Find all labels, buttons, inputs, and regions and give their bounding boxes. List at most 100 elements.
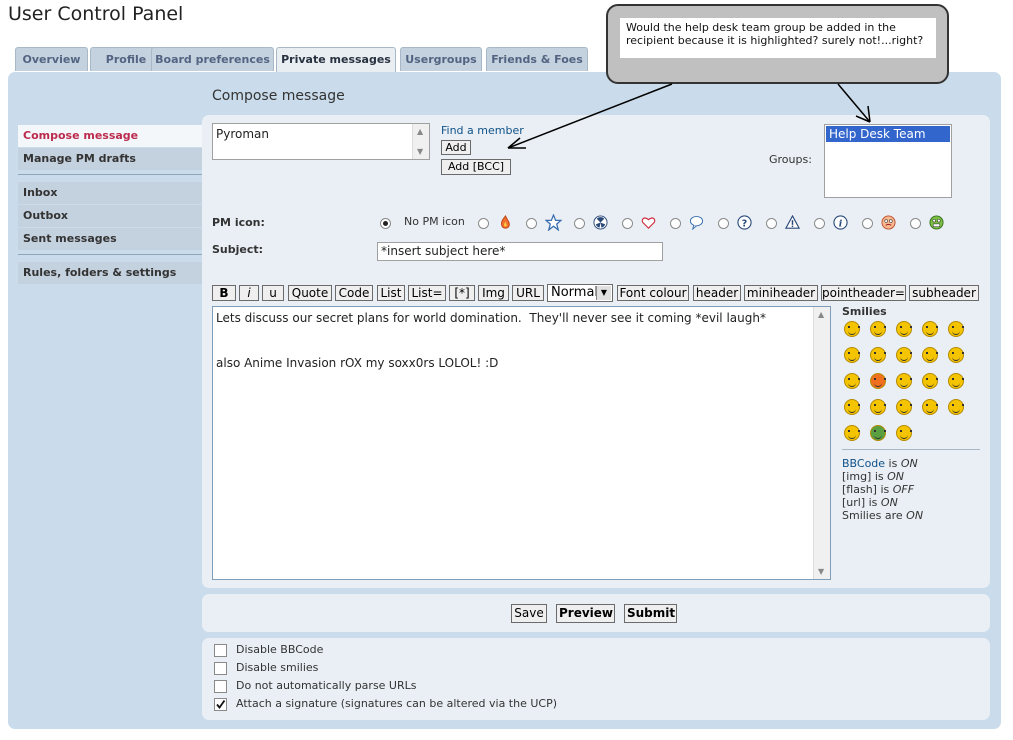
nav-outbox[interactable]: Outbox xyxy=(18,205,202,227)
smiley-icon[interactable] xyxy=(922,373,938,389)
smiley-icon[interactable] xyxy=(922,321,938,337)
attach-signature-checkbox[interactable] xyxy=(214,698,227,711)
tab-usergroups[interactable]: Usergroups xyxy=(400,47,482,71)
scroll-down-icon[interactable]: ▼ xyxy=(417,147,423,156)
disable-bbcode-label: Disable BBCode xyxy=(236,643,324,656)
smiley-icon[interactable] xyxy=(870,399,886,415)
code-button[interactable]: Code xyxy=(335,285,373,301)
font-size-value: Normal xyxy=(551,285,599,300)
smiley-icon[interactable] xyxy=(948,373,964,389)
add-bcc-button[interactable]: Add [BCC] xyxy=(441,159,511,175)
annotation-callout: Would the help desk team group be added … xyxy=(606,4,949,84)
smiley-icon[interactable] xyxy=(948,321,964,337)
nav-rules-folders-settings[interactable]: Rules, folders & settings xyxy=(18,262,202,284)
smiley-icon[interactable] xyxy=(948,347,964,363)
smiley-icon[interactable] xyxy=(870,425,886,441)
subheader-button[interactable]: subheader xyxy=(909,285,979,301)
smiley-icon[interactable] xyxy=(870,347,886,363)
smiley-icon[interactable] xyxy=(870,321,886,337)
url-button[interactable]: URL xyxy=(512,285,544,301)
chevron-down-icon[interactable]: ▼ xyxy=(596,286,611,300)
nav-compose-message[interactable]: Compose message xyxy=(18,125,202,147)
list-item-button[interactable]: [*] xyxy=(449,285,475,301)
recipient-scrollbar[interactable]: ▲ ▼ xyxy=(412,124,429,159)
message-scrollbar[interactable]: ▲ ▼ xyxy=(813,307,830,579)
nav-inbox[interactable]: Inbox xyxy=(18,182,202,204)
smiley-icon[interactable] xyxy=(844,321,860,337)
disable-bbcode-checkbox[interactable] xyxy=(214,644,227,657)
groups-label: Groups: xyxy=(769,153,812,166)
tab-overview[interactable]: Overview xyxy=(15,47,88,71)
tab-private-messages[interactable]: Private messages xyxy=(276,47,396,73)
radio-pm-icon[interactable] xyxy=(766,218,777,229)
groups-listbox[interactable]: Help Desk Team xyxy=(824,124,952,198)
pointheader-button[interactable]: pointheader= xyxy=(821,285,906,301)
underline-button[interactable]: u xyxy=(262,285,284,301)
submit-button[interactable]: Submit xyxy=(624,604,677,623)
smiley-icon[interactable] xyxy=(896,425,912,441)
status-value: ON xyxy=(887,470,905,483)
subject-input[interactable]: *insert subject here* xyxy=(377,242,663,261)
scroll-down-icon[interactable]: ▼ xyxy=(818,567,824,576)
nav-sent-messages[interactable]: Sent messages xyxy=(18,228,202,250)
nav-manage-pm-drafts[interactable]: Manage PM drafts xyxy=(18,148,202,170)
smiley-icon[interactable] xyxy=(844,373,860,389)
recipient-value: Pyroman xyxy=(216,127,269,141)
smiley-icon[interactable] xyxy=(948,399,964,415)
smiley-icon[interactable] xyxy=(844,399,860,415)
message-line-2: also Anime Invasion rOX my soxx0rs LOLOL… xyxy=(216,356,499,370)
scroll-up-icon[interactable]: ▲ xyxy=(818,310,824,319)
no-parse-urls-checkbox[interactable] xyxy=(214,680,227,693)
list-ordered-button[interactable]: List= xyxy=(408,285,446,301)
add-button[interactable]: Add xyxy=(441,140,471,155)
message-textarea[interactable]: Lets discuss our secret plans for world … xyxy=(212,306,831,580)
find-member-link[interactable]: Find a member xyxy=(441,124,524,137)
fire-icon xyxy=(501,215,510,229)
radio-pm-icon[interactable] xyxy=(478,218,489,229)
status-bbcode: BBCode is ON xyxy=(842,457,918,470)
radio-pm-icon[interactable] xyxy=(622,218,633,229)
svg-text:?: ? xyxy=(742,218,747,229)
radio-pm-icon[interactable] xyxy=(574,218,585,229)
smiley-icon[interactable] xyxy=(896,321,912,337)
smiley-icon[interactable] xyxy=(896,347,912,363)
preview-button[interactable]: Preview xyxy=(556,604,615,623)
radio-pm-icon[interactable] xyxy=(718,218,729,229)
italic-button[interactable]: i xyxy=(239,285,259,301)
header-button[interactable]: header xyxy=(693,285,741,301)
smiley-icon[interactable] xyxy=(922,347,938,363)
img-button[interactable]: Img xyxy=(478,285,509,301)
disable-smilies-checkbox[interactable] xyxy=(214,662,227,675)
status-text: [flash] is xyxy=(842,483,893,496)
smiley-icon[interactable] xyxy=(896,373,912,389)
font-colour-button[interactable]: Font colour xyxy=(617,285,689,301)
quote-button[interactable]: Quote xyxy=(288,285,332,301)
radio-pm-icon[interactable] xyxy=(814,218,825,229)
radio-pm-icon[interactable] xyxy=(910,218,921,229)
radio-pm-icon[interactable] xyxy=(862,218,873,229)
bold-button[interactable]: B xyxy=(212,285,236,301)
font-size-select[interactable]: Normal ▼ xyxy=(547,284,613,302)
radio-pm-icon[interactable] xyxy=(670,218,681,229)
scroll-up-icon[interactable]: ▲ xyxy=(417,127,423,136)
radio-pm-icon[interactable] xyxy=(526,218,537,229)
smiley-icon[interactable] xyxy=(870,373,886,389)
save-button[interactable]: Save xyxy=(511,604,547,623)
annotation-text: Would the help desk team group be added … xyxy=(620,18,936,58)
status-value: ON xyxy=(906,509,924,522)
smiley-icon[interactable] xyxy=(896,399,912,415)
bbcode-link[interactable]: BBCode xyxy=(842,457,885,470)
smiley-icon[interactable] xyxy=(922,399,938,415)
smiley-icon[interactable] xyxy=(844,425,860,441)
status-value: ON xyxy=(900,457,918,470)
miniheader-button[interactable]: miniheader xyxy=(744,285,818,301)
tab-friends-foes[interactable]: Friends & Foes xyxy=(486,47,588,71)
tab-board-preferences[interactable]: Board preferences xyxy=(151,47,274,71)
group-option-help-desk-team[interactable]: Help Desk Team xyxy=(826,126,950,142)
section-title: Compose message xyxy=(212,88,345,104)
list-button[interactable]: List xyxy=(377,285,405,301)
recipient-textarea[interactable]: Pyroman ▲ ▼ xyxy=(212,123,430,160)
smiley-icon[interactable] xyxy=(844,347,860,363)
radio-no-pm-icon[interactable] xyxy=(380,218,391,229)
status-text: [url] is xyxy=(842,496,881,509)
